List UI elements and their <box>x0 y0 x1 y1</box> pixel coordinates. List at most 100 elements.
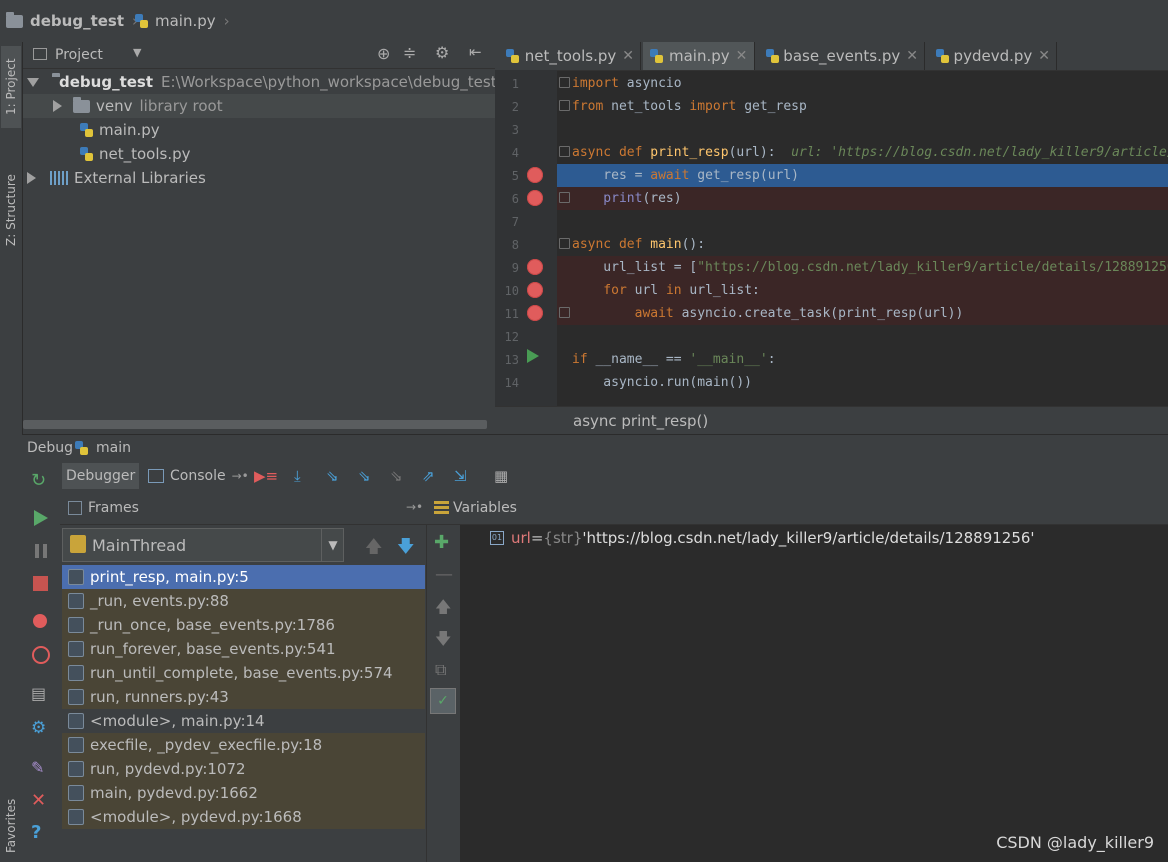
tab-debugger[interactable]: Debugger <box>62 463 140 489</box>
run-to-cursor-icon[interactable]: ⇲ <box>454 467 472 485</box>
run-icon[interactable] <box>527 349 539 363</box>
dropdown-arrow-icon[interactable]: ▼ <box>133 46 141 59</box>
frame-row[interactable]: run_forever, base_events.py:541 <box>62 637 425 661</box>
frame-row[interactable]: run, runners.py:43 <box>62 685 425 709</box>
chevron-down-icon[interactable]: ▼ <box>321 529 344 561</box>
close-icon[interactable]: ✕ <box>1038 48 1050 64</box>
expand-arrow-icon[interactable] <box>53 100 62 112</box>
gear-icon[interactable]: ⚙ <box>435 43 449 62</box>
code-line-9[interactable]: url_list = ["https://blog.csdn.net/lady_… <box>557 256 1168 279</box>
previous-frame-icon[interactable]: 🡅 <box>365 534 382 563</box>
frame-row[interactable]: run, pydevd.py:1072 <box>62 757 425 781</box>
view-breakpoints-icon[interactable] <box>31 614 51 634</box>
code-line-5[interactable]: res = await get_resp(url) <box>557 164 1168 187</box>
pause-icon[interactable] <box>31 544 51 564</box>
variable-row[interactable]: 01 url = {str} 'https://blog.csdn.net/la… <box>490 529 1035 547</box>
locate-icon[interactable]: ⊕ <box>377 44 390 63</box>
tab-favorites[interactable]: Favorites <box>1 790 21 862</box>
breakpoint-icon[interactable] <box>527 167 543 183</box>
step-over-icon[interactable]: ⤓ <box>294 467 312 485</box>
close-icon[interactable]: ✕ <box>622 48 634 64</box>
layout-icon[interactable]: ▤ <box>31 684 51 704</box>
tree-item-venv[interactable]: venv library root <box>23 94 495 118</box>
tab-structure-label: Z: Structure <box>4 174 18 246</box>
next-frame-icon[interactable]: 🡇 <box>397 534 414 563</box>
code-line-1[interactable]: import asyncio <box>557 72 1168 95</box>
tree-item-debug-test[interactable]: debug_test E:\Workspace\python_workspace… <box>23 70 495 94</box>
evaluate-expression-icon[interactable]: ▦ <box>494 467 512 485</box>
close-icon[interactable]: ✕ <box>736 48 748 64</box>
debug-config-name[interactable]: main <box>96 440 131 456</box>
close-icon[interactable]: ✕ <box>906 48 918 64</box>
collapse-all-icon[interactable]: ≑ <box>403 43 416 62</box>
editor-tab-base-events[interactable]: base_events.py ✕ <box>759 42 925 70</box>
breakpoint-icon[interactable] <box>527 259 543 275</box>
inline-values-toggle-icon[interactable]: ✓ <box>430 688 456 714</box>
move-down-icon[interactable]: 🡇 <box>435 628 451 655</box>
code-line-11[interactable]: await asyncio.create_task(print_resp(url… <box>557 302 1168 325</box>
folder-icon <box>73 96 90 113</box>
project-header-label[interactable]: Project <box>55 47 103 63</box>
editor-tab-pydevd[interactable]: pydevd.py ✕ <box>929 42 1057 70</box>
tree-item-main-py[interactable]: main.py <box>23 118 495 142</box>
horizontal-scrollbar[interactable] <box>23 420 487 429</box>
pin-icon[interactable]: ✎ <box>31 758 51 778</box>
hide-panel-icon[interactable]: ⇤ <box>469 43 482 61</box>
frame-row[interactable]: print_resp, main.py:5 <box>62 565 425 589</box>
tab-structure[interactable]: Z: Structure <box>1 160 21 260</box>
rerun-icon[interactable]: ↻ <box>31 470 51 491</box>
editor-breadcrumb[interactable]: async print_resp() <box>573 412 708 430</box>
thread-select[interactable]: MainThread ▼ <box>62 528 344 562</box>
copy-icon[interactable]: ⧉ <box>435 660 446 680</box>
breadcrumb-project[interactable]: debug_test › <box>6 11 138 30</box>
line-number: 9 <box>511 261 519 275</box>
editor-tab-net-tools[interactable]: net_tools.py ✕ <box>499 42 641 70</box>
expand-arrow-icon[interactable] <box>27 77 39 87</box>
code-line-4[interactable]: async def print_resp(url): url: 'https:/… <box>557 141 1168 164</box>
step-into-my-code-icon[interactable]: ⇘ <box>358 467 376 485</box>
expand-arrow-icon[interactable] <box>27 172 36 184</box>
folder-icon <box>6 11 23 28</box>
frame-row[interactable]: run_until_complete, base_events.py:574 <box>62 661 425 685</box>
breadcrumb-file[interactable]: main.py › <box>134 12 230 30</box>
breakpoint-icon[interactable] <box>527 190 543 206</box>
code-line-2[interactable]: from net_tools import get_resp <box>557 95 1168 118</box>
frame-row[interactable]: _run, events.py:88 <box>62 589 425 613</box>
frame-icon <box>68 689 84 705</box>
tree-item-net-tools-py[interactable]: net_tools.py <box>23 142 495 166</box>
frame-row[interactable]: <module>, main.py:14 <box>62 709 425 733</box>
code-line-8[interactable]: async def main(): <box>557 233 1168 256</box>
close-icon[interactable]: ✕ <box>31 790 51 811</box>
code-line-10[interactable]: for url in url_list: <box>557 279 1168 302</box>
resume-icon[interactable] <box>31 510 51 530</box>
tab-project[interactable]: 1: Project <box>1 46 21 128</box>
code-line-13[interactable]: if __name__ == '__main__': <box>557 348 1168 371</box>
frame-row[interactable]: execfile, _pydev_execfile.py:18 <box>62 733 425 757</box>
force-step-into-icon[interactable]: ⇘ <box>390 467 408 485</box>
pin-tab-icon[interactable]: →• <box>232 469 249 483</box>
help-icon[interactable]: ? <box>31 822 51 843</box>
breakpoint-icon[interactable] <box>527 305 543 321</box>
code-line-14[interactable]: asyncio.run(main()) <box>557 371 1168 394</box>
keyword: async def <box>572 145 651 160</box>
frame-row[interactable]: <module>, pydevd.py:1668 <box>62 805 425 829</box>
tab-console[interactable]: Console →• <box>144 463 253 489</box>
add-watch-icon[interactable]: ✚ <box>434 532 449 553</box>
frame-row[interactable]: main, pydevd.py:1662 <box>62 781 425 805</box>
stop-icon[interactable] <box>31 576 51 596</box>
editor-tab-main[interactable]: main.py ✕ <box>643 42 755 70</box>
move-up-icon[interactable]: 🡅 <box>435 596 451 623</box>
variables-header: Variables <box>426 492 1168 525</box>
breakpoint-icon[interactable] <box>527 282 543 298</box>
code-editor: net_tools.py ✕ main.py ✕ base_events.py … <box>495 42 1168 435</box>
remove-watch-icon[interactable]: — <box>435 564 453 585</box>
show-execution-point-icon[interactable]: ▶≡ <box>254 467 278 485</box>
code-line-6[interactable]: print(res) <box>557 187 1168 210</box>
pin-tab-icon[interactable]: →• <box>406 500 423 514</box>
tree-item-external-libraries[interactable]: External Libraries <box>23 166 495 190</box>
mute-breakpoints-icon[interactable] <box>31 646 51 666</box>
step-into-icon[interactable]: ⇘ <box>326 467 344 485</box>
step-out-icon[interactable]: ⇗ <box>422 467 440 485</box>
frame-row[interactable]: _run_once, base_events.py:1786 <box>62 613 425 637</box>
settings-icon[interactable]: ⚙ <box>31 718 51 738</box>
